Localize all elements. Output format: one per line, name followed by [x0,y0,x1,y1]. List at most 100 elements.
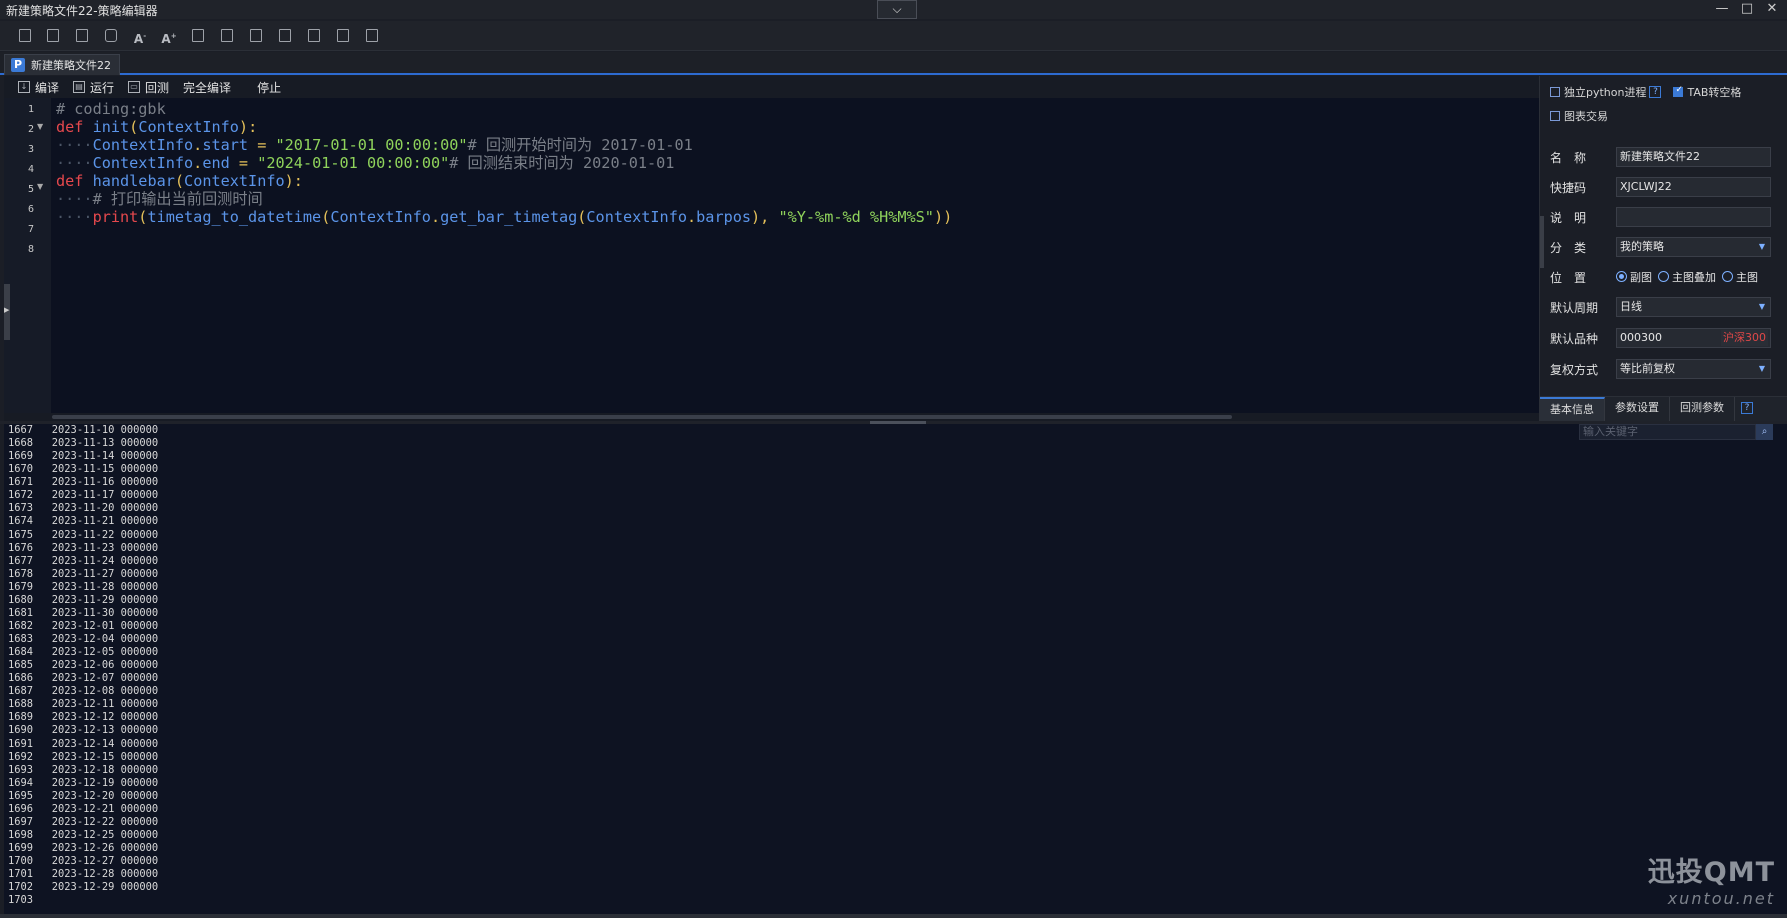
run-button[interactable]: ▤ 运行 [73,79,114,96]
export-icon[interactable] [218,27,236,45]
code-token: ···· [56,190,93,208]
period-select[interactable]: 日线 ▼ [1616,297,1771,317]
position-label: 位 置 [1550,270,1587,285]
line-number: 1 [27,104,34,115]
code-token: # 打印输出当前回测时间 [92,190,263,208]
output-line: 1676 2023-11-23 000000 [8,541,159,554]
code-text-area[interactable]: # coding:gbk def init(ContextInfo): ····Co… [52,98,1539,413]
radio-main-overlay[interactable]: 主图叠加 [1658,269,1716,285]
code-line[interactable]: ····ContextInfo.end = "2024-01-01 00:00:… [56,153,674,173]
output-line: 1686 2023-12-07 000000 [8,672,159,685]
save-icon[interactable] [16,27,34,45]
maximize-button[interactable]: □ [1734,0,1760,19]
scrollbar-thumb[interactable] [52,415,1232,419]
code-line[interactable]: ····# 打印输出当前回测时间 [56,189,263,209]
panel-resize-handle[interactable] [1540,216,1544,268]
font-increase-icon[interactable]: A+ [160,27,178,46]
doc-lock-icon[interactable] [363,27,381,45]
file-tab[interactable]: P 新建策略文件22 [4,54,120,75]
code-token: barpos [696,208,752,226]
compile-icon: ↓ [18,81,30,93]
code-line[interactable]: ····ContextInfo.start = "2017-01-01 00:0… [56,135,693,155]
code-line[interactable]: def handlebar(ContextInfo): [56,171,303,191]
bottom-scrollbar[interactable] [0,914,1787,918]
category-select[interactable]: 我的策略 ▼ [1616,237,1771,257]
save-as-icon[interactable] [44,27,62,45]
adjust-select[interactable]: 等比前复权 ▼ [1616,359,1771,379]
radio-main-chart[interactable]: 主图 [1722,269,1758,285]
help-icon[interactable]: ? [1649,86,1662,98]
description-field[interactable] [1616,207,1771,227]
doc-settings-icon[interactable] [334,27,352,45]
code-line[interactable]: def init(ContextInfo): [56,117,257,137]
doc-icon[interactable] [276,27,294,45]
code-token: handlebar [92,172,175,190]
tab-param-settings[interactable]: 参数设置 [1605,397,1670,421]
code-token: ContextInfo [586,208,687,226]
options-row: 独立python进程 ? TAB转空格 [1550,84,1741,100]
code-token: ContextInfo [330,208,431,226]
code-token: "2024-01-01 00:00:00" [257,154,450,172]
code-token: ContextInfo [92,154,194,172]
left-collapse-handle[interactable]: ▶ [4,284,10,340]
output-log: 1667 2023-11-10 000000 1668 2023-11-13 00… [8,424,158,907]
line-number: 4 [27,164,34,175]
category-row: 分 类 我的策略 ▼ [1550,236,1786,258]
radio-sub-chart[interactable]: 副图 [1616,269,1652,285]
output-line: 1675 2023-11-22 000000 [8,528,159,541]
stop-button[interactable]: 停止 [257,79,281,96]
backtest-label: 回测 [145,80,170,95]
symbol-field[interactable]: 000300 沪深300 [1616,328,1771,348]
output-line: 1683 2023-12-04 000000 [8,633,159,645]
chart-trade-row: 图表交易 [1550,108,1608,124]
name-field[interactable]: 新建策略文件22 [1616,147,1771,167]
tab-to-space-checkbox[interactable] [1673,85,1684,97]
output-line: 1691 2023-12-14 000000 [8,737,159,750]
code-token: # 回测结束时间为 2020-01-01 [449,154,675,172]
tab-backtest-params[interactable]: 回测参数 [1670,397,1735,421]
copy-icon[interactable] [102,27,120,45]
code-line[interactable]: ····print(timetag_to_datetime(ContextInf… [56,207,952,227]
search-input[interactable]: 输入关键字 [1579,424,1756,440]
doc-list-icon[interactable] [305,27,323,45]
symbol-value: 000300 [1620,331,1662,344]
symbol-name-tag: 沪深300 [1721,330,1768,346]
output-line: 1679 2023-11-28 000000 [8,580,159,593]
output-line: 1681 2023-11-30 000000 [8,606,159,619]
search-file-icon[interactable] [247,27,265,45]
line-number-gutter: 1 2 ▼ 3 4 5 ▼ 6 7 8 [4,98,51,413]
code-token: end [202,154,230,172]
name-row: 名 称 新建策略文件22 [1550,146,1786,168]
editor-horizontal-scrollbar[interactable] [4,413,1539,421]
search-icon[interactable]: ⌕ [1756,424,1773,440]
code-line[interactable]: # coding:gbk [56,99,166,119]
tab-basic-info[interactable]: 基本信息 [1540,397,1605,421]
shortcode-row: 快捷码 XJCLWJ22 [1550,176,1786,198]
period-row: 默认周期 日线 ▼ [1550,296,1786,318]
independent-python-checkbox[interactable] [1550,87,1560,97]
full-compile-button[interactable]: 完全编译 [183,79,231,96]
fold-toggle-icon[interactable]: ▼ [37,182,43,191]
close-button[interactable]: ✕ [1759,0,1785,19]
backtest-button[interactable]: ▭ 回测 [128,79,169,96]
position-row: 位 置 副图 主图叠加 主图 [1550,266,1786,288]
compile-button[interactable]: ↓ 编译 [18,79,59,96]
watermark-site: xuntou.net [1667,889,1775,908]
minimize-button[interactable]: — [1709,0,1735,19]
chevron-down-icon[interactable]: ⌵ [877,0,917,19]
shortcode-field[interactable]: XJCLWJ22 [1616,177,1771,197]
import-icon[interactable] [189,27,207,45]
help-icon[interactable]: ? [1741,402,1753,414]
output-line: 1669 2023-11-14 000000 [8,450,159,463]
name-label: 名 称 [1550,150,1587,165]
output-line: 1673 2023-11-20 000000 [8,502,159,515]
output-line: 1697 2023-12-22 000000 [8,815,159,828]
tab-to-space-label: TAB转空格 [1687,86,1742,99]
font-decrease-icon[interactable]: A- [131,27,149,46]
fold-toggle-icon[interactable]: ▼ [37,122,43,131]
save-all-icon[interactable] [73,27,91,45]
chart-trade-checkbox[interactable] [1550,111,1560,121]
